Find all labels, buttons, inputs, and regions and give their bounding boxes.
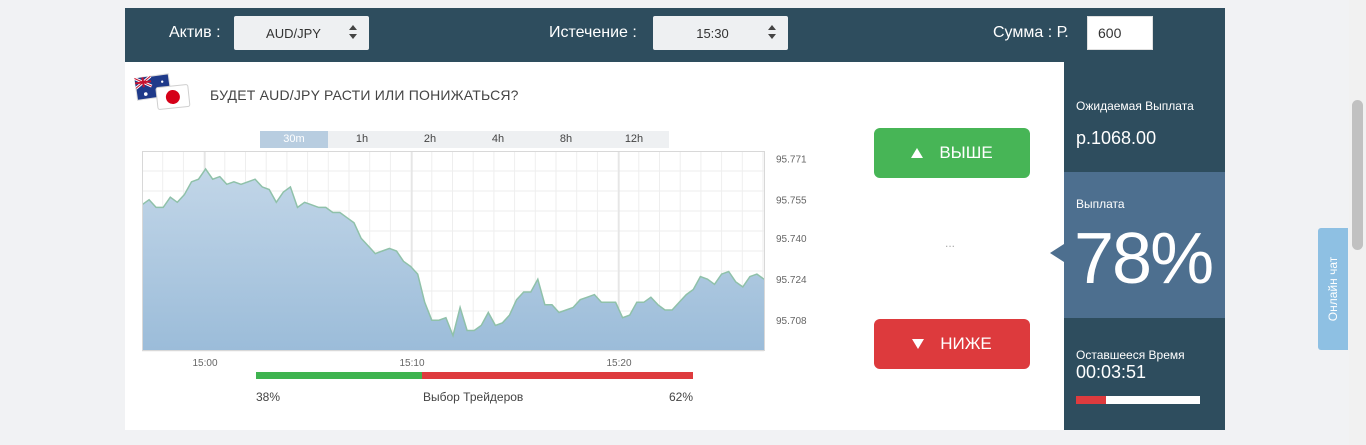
payout-label: Выплата	[1076, 197, 1125, 211]
tab-4h[interactable]: 4h	[464, 131, 532, 148]
arrow-up-icon	[911, 148, 924, 158]
traders-choice-bar	[256, 372, 693, 379]
lower-button-label: НИЖЕ	[940, 334, 992, 353]
remaining-time-fill	[1076, 396, 1106, 404]
top-bar: Актив : AUD/JPY Истечение : 15:30 Сумма …	[125, 8, 1225, 62]
higher-button[interactable]: ВЫШЕ	[874, 128, 1030, 178]
expiry-label: Истечение :	[549, 24, 637, 41]
traders-up-percent: 38%	[256, 390, 281, 404]
placeholder-dots: ...	[945, 236, 956, 250]
page-scrollbar[interactable]	[1349, 0, 1366, 445]
online-chat-tab[interactable]: Онлайн чат	[1318, 228, 1348, 350]
y-tick-label: 95.771	[776, 155, 807, 166]
expiry-select-value: 15:30	[696, 25, 729, 41]
tab-8h[interactable]: 8h	[532, 131, 600, 148]
asset-select[interactable]: AUD/JPY	[234, 16, 369, 50]
select-arrows-icon	[768, 25, 776, 41]
x-tick-label: 15:20	[606, 358, 631, 369]
traders-down-percent: 62%	[669, 390, 694, 404]
higher-button-label: ВЫШЕ	[939, 143, 993, 162]
arrow-down-icon	[912, 339, 925, 349]
tab-12h[interactable]: 12h	[600, 131, 668, 148]
tab-1h[interactable]: 1h	[328, 131, 396, 148]
tab-2h[interactable]: 2h	[396, 131, 464, 148]
amount-input[interactable]: 600	[1087, 16, 1153, 50]
y-tick-label: 95.755	[776, 196, 807, 207]
y-tick-label: 95.740	[776, 234, 807, 245]
remaining-time-panel: Оставшееся Время 00:03:51	[1064, 318, 1225, 430]
traders-up-fill	[256, 372, 423, 379]
expected-payout-label: Ожидаемая Выплата	[1076, 99, 1194, 113]
x-tick-label: 15:10	[399, 358, 424, 369]
scrollbar-thumb[interactable]	[1352, 100, 1363, 250]
remaining-time-value: 00:03:51	[1076, 362, 1147, 382]
payout-panel: Выплата 78%	[1064, 172, 1225, 318]
amount-label: Сумма : Р.	[993, 24, 1069, 41]
online-chat-label: Онлайн чат	[1326, 256, 1340, 322]
traders-down-fill	[422, 372, 693, 379]
y-tick-label: 95.708	[776, 316, 807, 327]
trading-widget: Актив : AUD/JPY Истечение : 15:30 Сумма …	[125, 8, 1225, 430]
expected-payout-value: р.1068.00	[1076, 128, 1157, 148]
y-tick-label: 95.724	[776, 275, 807, 286]
price-chart: 95.771 95.755 95.740 95.724 95.708 15:00 15:1…	[142, 151, 807, 369]
remaining-time-label: Оставшееся Время	[1076, 348, 1185, 362]
asset-select-value: AUD/JPY	[266, 25, 321, 41]
select-arrows-icon	[349, 25, 357, 41]
expected-payout-panel: Ожидаемая Выплата р.1068.00	[1064, 62, 1225, 172]
aud-jpy-flags-icon	[133, 72, 195, 112]
x-tick-label: 15:00	[192, 358, 217, 369]
payout-pointer-icon	[1050, 244, 1064, 262]
tab-30m[interactable]: 30m	[260, 131, 328, 148]
traders-choice-label: Выбор Трейдеров	[423, 390, 524, 404]
timeframe-tabs: 30m 1h 2h 4h 8h 12h	[260, 131, 669, 148]
question-text: БУДЕТ AUD/JPY РАСТИ ИЛИ ПОНИЖАТЬСЯ?	[210, 87, 519, 103]
asset-label: Актив :	[169, 24, 221, 41]
payout-value: 78%	[1074, 219, 1214, 299]
lower-button[interactable]: НИЖЕ	[874, 319, 1030, 369]
payout-sidebar: Ожидаемая Выплата р.1068.00 Выплата 78% …	[1050, 62, 1225, 430]
expiry-select[interactable]: 15:30	[653, 16, 788, 50]
remaining-time-progress	[1076, 396, 1200, 404]
